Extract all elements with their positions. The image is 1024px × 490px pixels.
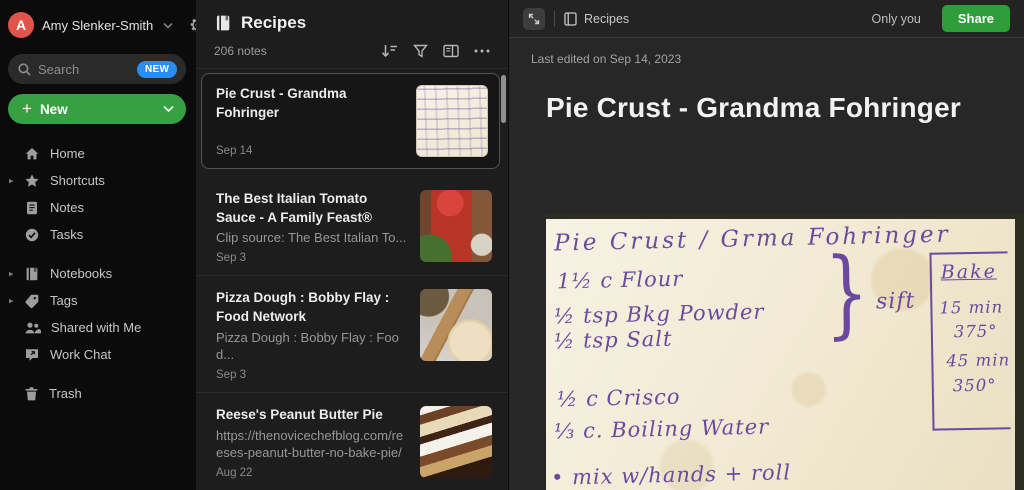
note-view-panel: Recipes Only you Share Last edited on Se…	[508, 0, 1024, 490]
sidebar-item-trash[interactable]: Trash	[0, 380, 196, 407]
note-list-panel: Recipes 206 notes Pie Crust - Grandma Fo…	[196, 0, 508, 490]
note-title[interactable]: Pie Crust - Grandma Fohringer	[546, 92, 1024, 124]
handwritten-line: ⅓ c. Boiling Water	[553, 414, 770, 444]
user-name: Amy Slenker-Smith	[42, 17, 154, 33]
sidebar-item-tags[interactable]: ▸ Tags	[0, 287, 196, 314]
chat-icon	[24, 347, 40, 363]
chevron-down-icon	[163, 22, 173, 29]
expand-icon[interactable]	[523, 7, 545, 30]
account-menu[interactable]: A Amy Slenker-Smith	[0, 8, 206, 42]
handwritten-line: 15 min	[939, 297, 1004, 318]
note-thumbnail	[416, 85, 488, 157]
sidebar-item-work-chat[interactable]: Work Chat	[0, 341, 196, 368]
layout-icon[interactable]	[443, 44, 459, 58]
handwritten-line: 1½ c Flour	[556, 266, 684, 294]
divider	[554, 10, 555, 27]
share-button[interactable]: Share	[941, 5, 1010, 32]
search-input[interactable]	[38, 61, 130, 77]
bake-instructions-box: Bake 15 min 375° 45 min 350°	[929, 251, 1011, 431]
notebook-icon	[564, 11, 577, 26]
sidebar-item-shared-with-me[interactable]: Shared with Me	[0, 314, 196, 341]
note-view-header: Recipes Only you Share	[509, 0, 1024, 38]
handwritten-line: ½ tsp Bkg Powder	[553, 299, 765, 329]
handwritten-line: ½ c Crisco	[556, 384, 681, 412]
sidebar-item-notes[interactable]: Notes	[0, 194, 196, 221]
recipe-card-photo[interactable]: Pie Crust / Grma Fohringer 1½ c Flour ½ …	[546, 214, 1024, 490]
breadcrumb[interactable]: Recipes	[564, 12, 629, 26]
handwritten-line: 375°	[953, 321, 998, 342]
new-feature-badge: NEW	[137, 60, 178, 78]
notebook-icon	[24, 266, 40, 282]
trash-icon	[24, 386, 39, 402]
handwritten-brace: }	[823, 236, 871, 350]
note-thumbnail	[420, 405, 492, 478]
recipe-card-paper: Pie Crust / Grma Fohringer 1½ c Flour ½ …	[546, 219, 1015, 490]
handwritten-line: • mix w/hands + roll	[550, 460, 792, 490]
expand-arrow-icon[interactable]: ▸	[9, 175, 14, 186]
note-content: Last edited on Sep 14, 2023 Pie Crust - …	[509, 38, 1024, 490]
sidebar: A Amy Slenker-Smith NEW + New	[0, 0, 206, 490]
note-thumbnail	[420, 289, 492, 362]
expand-arrow-icon[interactable]: ▸	[9, 268, 14, 279]
sidebar-item-shortcuts[interactable]: ▸ Shortcuts	[0, 167, 196, 194]
more-icon[interactable]	[474, 49, 490, 53]
visibility-status: Only you	[871, 11, 921, 26]
note-list-header: Recipes 206 notes	[196, 0, 508, 68]
handwritten-line: 350°	[952, 375, 997, 396]
handwritten-line: sift	[875, 288, 916, 315]
search-input-wrapper[interactable]: NEW	[8, 54, 186, 84]
people-icon	[24, 320, 41, 336]
tag-icon	[24, 293, 40, 309]
note-list-item-selected[interactable]: Pie Crust - Grandma Fohringer Sep 14	[201, 73, 500, 169]
task-icon	[24, 227, 40, 243]
sidebar-item-notebooks[interactable]: ▸ Notebooks	[0, 260, 196, 287]
note-list-item[interactable]: The Best Italian Tomato Sauce - A Family…	[196, 177, 508, 277]
handwritten-heading: Pie Crust / Grma Fohringer	[553, 221, 951, 257]
home-icon	[24, 146, 40, 162]
expand-arrow-icon[interactable]: ▸	[9, 295, 14, 306]
chevron-down-icon	[163, 105, 174, 113]
note-list: Pie Crust - Grandma Fohringer Sep 14 The…	[196, 69, 508, 490]
sidebar-item-tasks[interactable]: Tasks	[0, 221, 196, 248]
evernote-window: A Amy Slenker-Smith NEW + New	[0, 0, 1024, 490]
new-note-button[interactable]: + New	[8, 94, 186, 124]
notebook-icon	[214, 14, 232, 32]
note-list-item[interactable]: Pizza Dough : Bobby Flay : Food Network …	[196, 276, 508, 393]
note-list-item[interactable]: Reese's Peanut Butter Pie https://thenov…	[196, 393, 508, 490]
note-count: 206 notes	[214, 44, 267, 58]
last-edited-label: Last edited on Sep 14, 2023	[531, 52, 682, 66]
star-icon	[24, 173, 40, 189]
note-icon	[24, 200, 40, 216]
sort-icon[interactable]	[381, 44, 398, 58]
sidebar-item-home[interactable]: Home	[0, 140, 196, 167]
notebook-title: Recipes	[241, 13, 307, 32]
scrollbar-thumb[interactable]	[501, 75, 506, 123]
search-icon	[18, 62, 31, 76]
note-thumbnail	[420, 190, 492, 262]
sidebar-nav: Home ▸ Shortcuts Notes Tasks ▸ Notebooks	[0, 140, 196, 407]
plus-icon: +	[22, 99, 32, 118]
handwritten-line: Bake	[940, 260, 998, 284]
handwritten-line: ½ tsp Salt	[553, 326, 673, 354]
filter-icon[interactable]	[413, 44, 428, 58]
avatar[interactable]: A	[8, 12, 34, 38]
handwritten-line: 45 min	[946, 350, 1011, 371]
